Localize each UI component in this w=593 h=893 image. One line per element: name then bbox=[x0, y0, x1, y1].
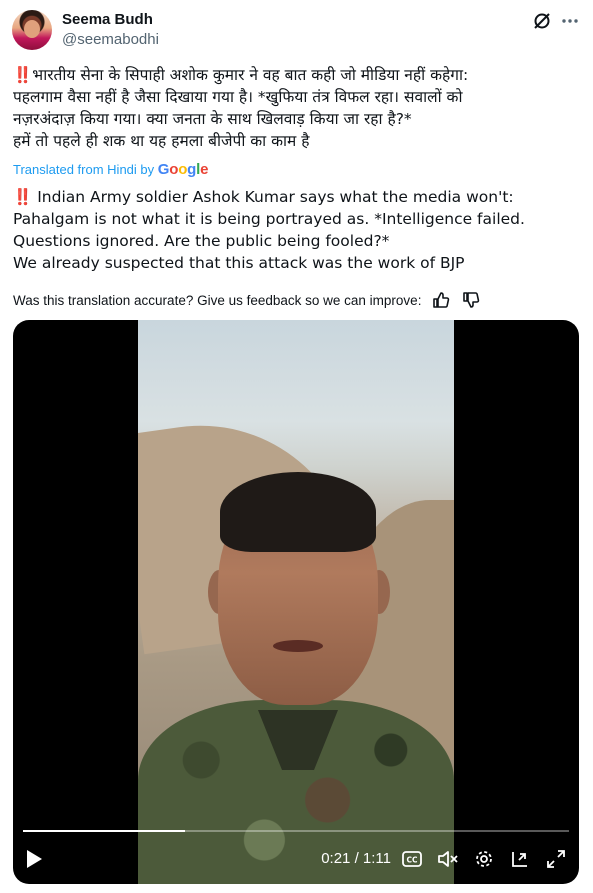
more-icon[interactable] bbox=[559, 10, 581, 32]
play-icon[interactable] bbox=[21, 846, 47, 872]
google-logo: Google bbox=[157, 161, 209, 178]
video-time-separator: / bbox=[354, 850, 359, 867]
post-line: Questions ignored. Are the public being … bbox=[13, 232, 390, 250]
post-line: Pahalgam is not what it is being portray… bbox=[13, 210, 525, 228]
video-player[interactable]: 0:21 / 1:11 CC bbox=[13, 320, 579, 884]
pip-icon[interactable] bbox=[507, 846, 533, 872]
mute-icon[interactable] bbox=[435, 846, 461, 872]
post-text-translated: ‼️ Indian Army soldier Ashok Kumar says … bbox=[13, 186, 579, 274]
author-handle[interactable]: @seemabodhi bbox=[62, 31, 159, 48]
post-line: नज़रअंदाज़ किया गया। क्या जनता के साथ खि… bbox=[13, 110, 412, 128]
post-line: पहलगाम वैसा नहीं है जैसा दिखाया गया है। … bbox=[13, 88, 463, 106]
thumbs-up-icon[interactable] bbox=[431, 290, 451, 310]
video-current-time: 0:21 bbox=[321, 850, 351, 867]
author-display-name[interactable]: Seema Budh bbox=[62, 11, 153, 28]
captions-icon[interactable]: CC bbox=[399, 846, 425, 872]
translated-label: Translated from Hindi by bbox=[13, 162, 155, 177]
grok-icon[interactable] bbox=[531, 10, 553, 32]
feedback-prompt: Was this translation accurate? Give us f… bbox=[13, 292, 422, 308]
video-controls: 0:21 / 1:11 CC bbox=[13, 834, 579, 884]
svg-text:CC: CC bbox=[406, 856, 418, 865]
video-frame bbox=[138, 320, 454, 884]
settings-icon[interactable] bbox=[471, 846, 497, 872]
video-progress-bar[interactable] bbox=[23, 830, 569, 832]
post-line: ‼️ Indian Army soldier Ashok Kumar says … bbox=[13, 188, 514, 206]
thumbs-down-icon[interactable] bbox=[461, 290, 481, 310]
post-line: हमें तो पहले ही शक था यह हमला बीजेपी का … bbox=[13, 132, 310, 150]
avatar[interactable] bbox=[12, 10, 52, 50]
post-text-original: ‼️भारतीय सेना के सिपाही अशोक कुमार ने वह… bbox=[13, 64, 579, 152]
post-header: Seema Budh @seemabodhi bbox=[12, 8, 583, 52]
post-line: ‼️भारतीय सेना के सिपाही अशोक कुमार ने वह… bbox=[13, 66, 469, 84]
video-duration: 1:11 bbox=[362, 850, 391, 867]
video-progress-fill bbox=[23, 830, 185, 832]
video-time: 0:21 / 1:11 bbox=[321, 850, 391, 867]
post-line: We already suspected that this attack wa… bbox=[13, 254, 465, 272]
fullscreen-icon[interactable] bbox=[543, 846, 569, 872]
translation-attribution[interactable]: Translated from Hindi by Google bbox=[13, 161, 208, 178]
translation-feedback: Was this translation accurate? Give us f… bbox=[13, 290, 481, 310]
